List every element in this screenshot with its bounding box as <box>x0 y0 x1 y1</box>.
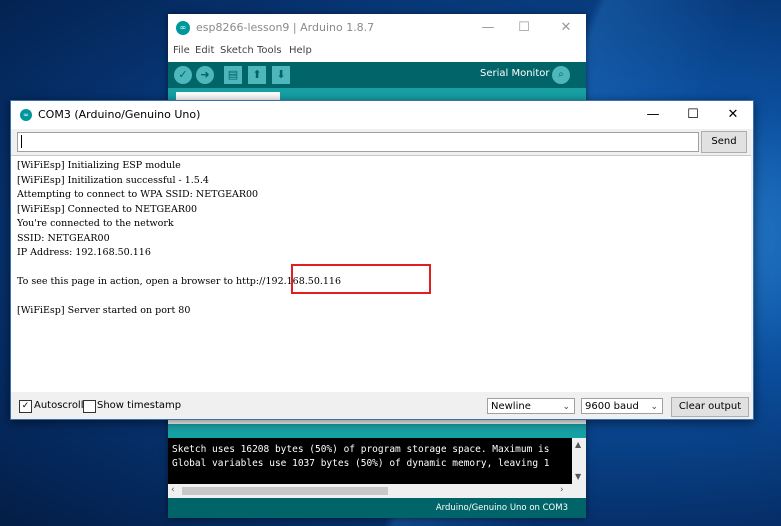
console-line: Sketch uses 16208 bytes (50%) of program… <box>172 444 550 455</box>
autoscroll-checkbox[interactable]: ✓ <box>19 400 32 413</box>
autoscroll-label: Autoscroll <box>34 400 84 411</box>
upload-icon[interactable]: ➜ <box>196 66 214 84</box>
maximize-icon[interactable]: ☐ <box>510 18 538 38</box>
output-line: [WiFiEsp] Server started on port 80 <box>17 305 191 316</box>
maximize-icon[interactable]: ☐ <box>673 101 713 129</box>
horizontal-scroll-thumb[interactable] <box>182 487 388 495</box>
output-line: IP Address: 192.168.50.116 <box>17 247 151 258</box>
serial-monitor-label: Serial Monitor <box>480 68 550 79</box>
menu-edit[interactable]: Edit <box>195 45 214 56</box>
ide-tab-bar <box>168 88 586 102</box>
ide-statusbar: Arduino/Genuino Uno on COM3 <box>168 498 586 518</box>
serial-monitor-title: COM3 (Arduino/Genuino Uno) <box>38 108 201 121</box>
menu-help[interactable]: Help <box>289 45 312 56</box>
baud-rate-value: 9600 baud <box>585 401 639 412</box>
baud-rate-select[interactable]: 9600 baud ⌄ <box>581 398 663 414</box>
verify-icon[interactable]: ✓ <box>174 66 192 84</box>
scroll-right-icon[interactable]: › <box>560 485 564 495</box>
ide-menubar: File Edit Sketch Tools Help <box>168 42 586 62</box>
ide-titlebar[interactable]: ∞ esp8266-lesson9 | Arduino 1.8.7 — ☐ ✕ <box>168 14 586 42</box>
arduino-logo-icon: ∞ <box>176 21 190 35</box>
chevron-down-icon: ⌄ <box>562 402 570 412</box>
output-line: You're connected to the network <box>17 218 174 229</box>
chevron-down-icon: ⌄ <box>650 402 658 412</box>
console-line: Global variables use 1037 bytes (50%) of… <box>172 458 550 469</box>
console-vertical-scrollbar[interactable]: ▲ ▼ <box>572 438 586 498</box>
ide-console: Sketch uses 16208 bytes (50%) of program… <box>168 438 586 498</box>
output-line: [WiFiEsp] Initializing ESP module <box>17 160 181 171</box>
serial-monitor-icon[interactable]: ⌕ <box>552 66 570 84</box>
menu-tools[interactable]: Tools <box>257 45 282 56</box>
save-icon[interactable]: ⬇ <box>272 66 290 84</box>
ide-divider <box>168 424 586 438</box>
output-line: [WiFiEsp] Initilization successful - 1.5… <box>17 174 209 186</box>
scroll-up-icon[interactable]: ▲ <box>575 440 581 449</box>
serial-monitor-footer: ✓ Autoscroll Show timestamp Newline ⌄ 96… <box>11 393 753 419</box>
menu-file[interactable]: File <box>173 45 190 56</box>
output-line: Attempting to connect to WPA SSID: NETGE… <box>17 189 259 200</box>
show-timestamp-checkbox[interactable] <box>83 400 96 413</box>
serial-input[interactable] <box>18 133 698 151</box>
new-icon[interactable]: ▤ <box>224 66 242 84</box>
minimize-icon[interactable]: — <box>633 101 673 129</box>
close-icon[interactable]: ✕ <box>552 18 580 38</box>
ide-title: esp8266-lesson9 | Arduino 1.8.7 <box>196 21 375 34</box>
url-highlight-box <box>291 264 431 294</box>
open-icon[interactable]: ⬆ <box>248 66 266 84</box>
output-line: SSID: NETGEAR00 <box>17 232 110 244</box>
close-icon[interactable]: ✕ <box>713 101 753 129</box>
minimize-icon[interactable]: — <box>474 18 502 38</box>
serial-monitor-titlebar[interactable]: ∞ COM3 (Arduino/Genuino Uno) — ☐ ✕ <box>11 101 753 129</box>
line-ending-select[interactable]: Newline ⌄ <box>487 398 575 414</box>
text-caret <box>21 135 22 148</box>
scroll-left-icon[interactable]: ‹ <box>171 485 175 495</box>
ide-toolbar: ✓ ➜ ▤ ⬆ ⬇ Serial Monitor ⌕ <box>168 62 586 88</box>
output-line: [WiFiEsp] Connected to NETGEAR00 <box>17 203 198 215</box>
serial-monitor-window: ∞ COM3 (Arduino/Genuino Uno) — ☐ ✕ Send … <box>10 100 754 420</box>
console-horizontal-scrollbar[interactable]: ‹ › <box>168 484 572 498</box>
scroll-down-icon[interactable]: ▼ <box>575 472 581 481</box>
serial-input-field[interactable] <box>17 132 699 152</box>
board-port-status: Arduino/Genuino Uno on COM3 <box>435 503 568 513</box>
show-timestamp-label: Show timestamp <box>97 400 182 411</box>
send-button[interactable]: Send <box>701 131 747 153</box>
arduino-logo-icon: ∞ <box>20 109 32 121</box>
menu-sketch[interactable]: Sketch <box>220 45 254 56</box>
clear-output-button[interactable]: Clear output <box>671 397 749 417</box>
line-ending-value: Newline <box>491 401 531 412</box>
